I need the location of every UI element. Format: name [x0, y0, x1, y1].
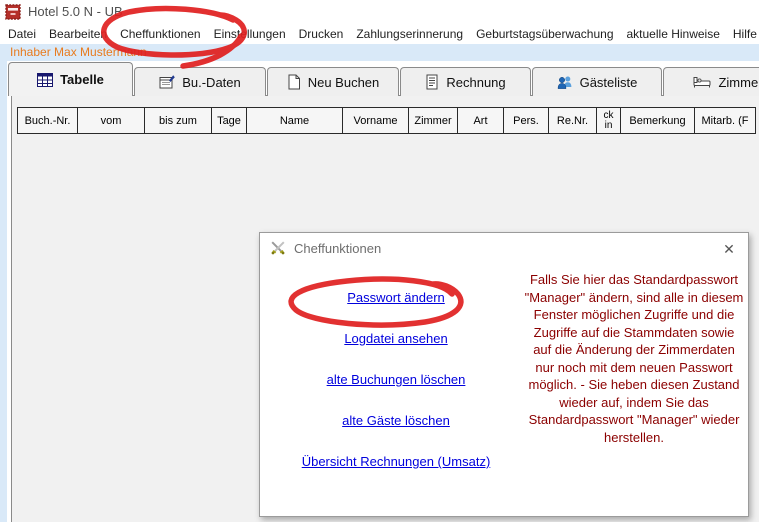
col-vom[interactable]: vom	[77, 107, 145, 134]
link-alte-gaeste-loeschen[interactable]: alte Gäste löschen	[342, 413, 450, 428]
owner-info-bar: Inhaber Max Mustermann	[0, 44, 759, 61]
table-grid-icon	[37, 73, 53, 87]
tab-label: Rechnung	[446, 75, 505, 90]
col-name[interactable]: Name	[246, 107, 343, 134]
col-bemerkung[interactable]: Bemerkung	[620, 107, 695, 134]
tab-label: Zimmer	[718, 75, 759, 90]
tab-bar: Tabelle Bu.-Daten Neu Buchen	[8, 61, 759, 96]
link-passwort-aendern[interactable]: Passwort ändern	[347, 290, 445, 305]
menu-datei[interactable]: Datei	[8, 27, 36, 41]
menu-einstellungen[interactable]: Einstellungen	[214, 27, 286, 41]
tab-gaesteliste[interactable]: Gästeliste	[532, 67, 662, 96]
menu-cheffunktionen[interactable]: Cheffunktionen	[120, 27, 201, 41]
col-re-nr[interactable]: Re.Nr.	[548, 107, 597, 134]
tab-label: Tabelle	[60, 72, 104, 87]
col-ck-in[interactable]: ck in	[596, 107, 621, 134]
tab-label: Gästeliste	[580, 75, 638, 90]
dialog-links: Passwort ändern Logdatei ansehen alte Bu…	[260, 289, 532, 494]
booking-table-header: Buch.-Nr. vom bis zum Tage Name Vorname …	[17, 107, 756, 134]
owner-name: Inhaber Max Mustermann	[10, 45, 147, 59]
blank-page-icon	[287, 74, 301, 90]
col-tage[interactable]: Tage	[211, 107, 247, 134]
menu-geburtstagsueberwachung[interactable]: Geburtstagsüberwachung	[476, 27, 613, 41]
col-zimmer[interactable]: Zimmer	[408, 107, 458, 134]
tab-label: Bu.-Daten	[182, 75, 241, 90]
dialog-title: Cheffunktionen	[294, 241, 381, 256]
col-pers[interactable]: Pers.	[503, 107, 549, 134]
col-bis-zum[interactable]: bis zum	[144, 107, 212, 134]
menu-hilfe[interactable]: Hilfe	[733, 27, 757, 41]
col-vorname[interactable]: Vorname	[342, 107, 409, 134]
cheffunktionen-dialog: Cheffunktionen ✕ Passwort ändern Logdate…	[259, 232, 749, 517]
menu-bar: Datei Bearbeiten Cheffunktionen Einstell…	[0, 23, 759, 44]
dialog-titlebar: Cheffunktionen	[260, 233, 748, 263]
form-pen-icon	[159, 74, 175, 90]
col-buch-nr[interactable]: Buch.-Nr.	[17, 107, 78, 134]
tab-neu-buchen[interactable]: Neu Buchen	[267, 67, 399, 96]
menu-zahlungserinnerung[interactable]: Zahlungserinnerung	[356, 27, 463, 41]
menu-drucken[interactable]: Drucken	[299, 27, 344, 41]
tab-tabelle[interactable]: Tabelle	[8, 62, 133, 96]
dialog-close-button[interactable]: ✕	[720, 240, 738, 258]
tab-rechnung[interactable]: Rechnung	[400, 67, 531, 96]
link-uebersicht-rechnungen[interactable]: Übersicht Rechnungen (Umsatz)	[302, 454, 491, 469]
menu-bearbeiten[interactable]: Bearbeiten	[49, 27, 107, 41]
col-mitarb[interactable]: Mitarb. (F	[694, 107, 756, 134]
lined-page-icon	[425, 74, 439, 90]
tab-label: Neu Buchen	[308, 75, 380, 90]
bed-icon	[693, 75, 711, 89]
col-art[interactable]: Art	[457, 107, 504, 134]
password-warning-note: Falls Sie hier das Standardpasswort "Man…	[524, 271, 744, 446]
tab-zimmer[interactable]: Zimmer	[663, 67, 759, 96]
left-margin-strip	[0, 61, 7, 522]
app-logo-icon	[5, 4, 21, 20]
people-icon	[557, 75, 573, 90]
tab-bu-daten[interactable]: Bu.-Daten	[134, 67, 266, 96]
window-titlebar: Hotel 5.0 N - UB	[0, 0, 759, 23]
window-title: Hotel 5.0 N - UB	[28, 4, 123, 19]
link-logdatei-ansehen[interactable]: Logdatei ansehen	[344, 331, 447, 346]
menu-aktuelle-hinweise[interactable]: aktuelle Hinweise	[627, 27, 720, 41]
crossed-swords-icon	[270, 240, 286, 256]
link-alte-buchungen-loeschen[interactable]: alte Buchungen löschen	[327, 372, 466, 387]
